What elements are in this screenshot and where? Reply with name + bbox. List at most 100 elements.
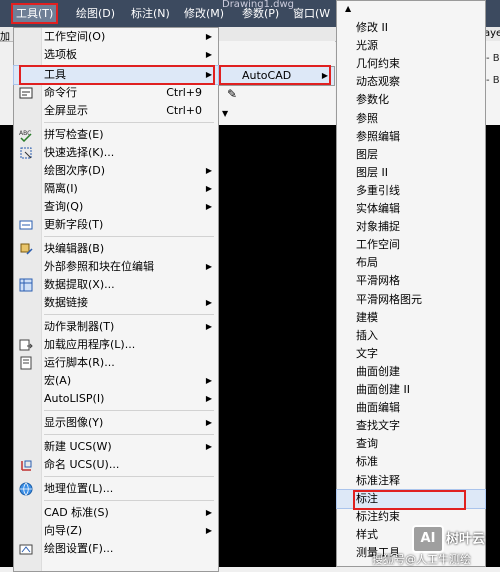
toolbars-menu: ▲ 修改 II 光源几何约束动态观察参数化 参照 参照编辑图层 图层 II 多重引线实体编… bbox=[336, 0, 486, 567]
toolbar-list-item[interactable]: 曲面编辑 bbox=[337, 399, 485, 417]
toolbar-list-item[interactable]: 几何约束 bbox=[337, 55, 485, 73]
toolbar-list-item[interactable]: 多重引线 bbox=[337, 182, 485, 200]
menu-dimension[interactable]: 标注(N) bbox=[131, 5, 170, 22]
toolbar-list-item[interactable]: 对象捕捉 bbox=[337, 218, 485, 236]
tools-menu: 工作空间(O) ▶ 选项板 ▶ 工具 ▶ 命令行 Ctrl+9 全屏显示 Ctrl+0 ABC 拼写检… bbox=[13, 27, 219, 572]
chevron-right-icon: ▶ bbox=[205, 166, 212, 175]
tools-menu-item[interactable]: 隔离(I) ▶ bbox=[14, 180, 218, 198]
toolbar-list-item[interactable]: 修改 II bbox=[337, 19, 485, 37]
toolbar-list-item[interactable]: 查询 bbox=[337, 435, 485, 453]
toolbar-list-item[interactable]: 图层 bbox=[337, 146, 485, 164]
tools-menu-item[interactable]: 命令行 Ctrl+9 bbox=[14, 84, 218, 102]
menu-parametric[interactable]: 参数(P) bbox=[242, 5, 279, 22]
tools-menu-item[interactable]: AutoLISP(I) ▶ bbox=[14, 390, 218, 408]
tools-menu-item[interactable]: 运行脚本(R)... bbox=[14, 354, 218, 372]
toolbar-list-item-label: 标准 bbox=[356, 455, 378, 469]
tools-menu-item[interactable]: 命名 UCS(U)... bbox=[14, 456, 218, 474]
run-script-icon bbox=[19, 356, 33, 370]
tools-menu-item[interactable]: 快速选择(K)... bbox=[14, 144, 218, 162]
toolbar-list-item-label: 动态观察 bbox=[356, 75, 400, 89]
toolbar-list-item-label: 对象捕捉 bbox=[356, 220, 400, 234]
tools-menu-item[interactable]: 新建 UCS(W) ▶ bbox=[14, 438, 218, 456]
tools-menu-item[interactable]: 绘图次序(D) ▶ bbox=[14, 162, 218, 180]
toolbar-list-item-label: 参照编辑 bbox=[356, 129, 400, 143]
toolbar-list-item[interactable]: 图层 II bbox=[337, 164, 485, 182]
tools-menu-item[interactable]: 显示图像(Y) ▶ bbox=[14, 414, 218, 432]
menu-tools[interactable]: 工具(T) bbox=[10, 3, 59, 24]
toolbar-list-item[interactable]: 实体编辑 bbox=[337, 200, 485, 218]
chevron-right-icon: ▶ bbox=[205, 202, 212, 211]
tools-menu-item-label: 宏(A) bbox=[44, 374, 72, 387]
tools-menu-item[interactable]: 宏(A) ▶ bbox=[14, 372, 218, 390]
toolbar-list-item[interactable]: 标准 bbox=[337, 453, 485, 471]
chevron-right-icon: ▶ bbox=[205, 50, 212, 59]
drafting-settings-icon bbox=[19, 542, 33, 556]
tools-menu-item-label: 地理位置(L)... bbox=[44, 482, 114, 495]
toolbar-list-item[interactable]: 动态观察 bbox=[337, 73, 485, 91]
menu-draw[interactable]: 绘图(D) bbox=[76, 5, 115, 22]
toolbar-list-item[interactable]: 参数化 bbox=[337, 91, 485, 109]
toolbar-list-item[interactable]: 光源 bbox=[337, 37, 485, 55]
toolbar-list-item-label: 多重引线 bbox=[356, 183, 400, 197]
toolbar-list-item-label: 实体编辑 bbox=[356, 202, 400, 215]
toolbar-list-item-label: 标准注释 bbox=[356, 473, 400, 487]
menu-modify[interactable]: 修改(M) bbox=[184, 5, 224, 22]
watermark-caption: 搜狐号@人工牛测绘 bbox=[372, 553, 471, 566]
toolbar-stub-left: 加 bbox=[0, 32, 10, 43]
highlight-box-autocad bbox=[219, 65, 331, 85]
tools-menu-item[interactable]: 更新字段(T) bbox=[14, 216, 218, 234]
tools-menu-item-label: 工作空间(O) bbox=[44, 30, 106, 43]
toolbar-list-item-label: 建模 bbox=[356, 310, 378, 324]
tools-menu-item-label: 命令行 bbox=[44, 86, 77, 99]
tools-menu-item-label: 绘图设置(F)... bbox=[44, 542, 114, 555]
tools-menu-item-label: 运行脚本(R)... bbox=[44, 356, 115, 369]
tools-menu-item[interactable]: 地理位置(L)... bbox=[14, 480, 218, 498]
tools-menu-item-label: 数据链接 bbox=[44, 296, 88, 309]
toolbar-list-item[interactable]: 平滑网格图元 bbox=[337, 291, 485, 309]
toolbar-list-item[interactable]: 布局 bbox=[337, 254, 485, 272]
toolbar-list-item[interactable]: 曲面创建 II bbox=[337, 381, 485, 399]
toolbar-list-item-label: 平滑网格 bbox=[356, 274, 400, 288]
toolbar-list-item[interactable]: 平滑网格 bbox=[337, 272, 485, 290]
tools-menu-item[interactable]: 绘图设置(F)... bbox=[14, 540, 218, 558]
toolbar-list-item[interactable]: 参照 bbox=[337, 110, 485, 128]
toolbar-list-item[interactable]: 标准注释 bbox=[337, 472, 485, 490]
tools-menu-item[interactable]: 选项板 ▶ bbox=[14, 46, 218, 64]
toolbar-list-item[interactable]: 插入 bbox=[337, 327, 485, 345]
tools-menu-item[interactable]: 工作空间(O) ▶ bbox=[14, 28, 218, 46]
toolbar-list-item-label: 光源 bbox=[356, 39, 378, 53]
scroll-up-icon[interactable]: ▲ bbox=[345, 4, 351, 13]
tools-menu-item-label: 快速选择(K)... bbox=[44, 146, 115, 159]
toolbar-list-item-label: 几何约束 bbox=[356, 57, 400, 71]
toolbar-list-item[interactable]: 工作空间 bbox=[337, 236, 485, 254]
menu-window[interactable]: 窗口(W bbox=[293, 5, 330, 22]
tools-menu-item[interactable]: 全屏显示 Ctrl+0 bbox=[14, 102, 218, 120]
highlight-box-dimension bbox=[353, 490, 466, 510]
tools-menu-item[interactable]: 加载应用程序(L)... bbox=[14, 336, 218, 354]
tools-menu-item-label: 块编辑器(B) bbox=[44, 242, 105, 255]
chevron-right-icon: ▶ bbox=[205, 376, 212, 385]
globe-icon bbox=[19, 482, 33, 496]
toolbar-list-item[interactable]: 文字 bbox=[337, 345, 485, 363]
quick-select-icon bbox=[19, 146, 33, 160]
tools-menu-item[interactable]: 数据提取(X)... bbox=[14, 276, 218, 294]
tools-menu-item[interactable]: CAD 标准(S) ▶ bbox=[14, 504, 218, 522]
tools-menu-item[interactable]: 外部参照和块在位编辑 ▶ bbox=[14, 258, 218, 276]
tools-menu-item[interactable]: 块编辑器(B) bbox=[14, 240, 218, 258]
tools-menu-item-label: 全屏显示 bbox=[44, 104, 88, 117]
toolbar-list-item[interactable]: 查找文字 bbox=[337, 417, 485, 435]
tools-menu-item-label: CAD 标准(S) bbox=[44, 506, 109, 519]
tools-menu-item[interactable]: 查询(Q) ▶ bbox=[14, 198, 218, 216]
tools-menu-item[interactable]: 向导(Z) ▶ bbox=[14, 522, 218, 540]
toolbar-list-item[interactable]: 建模 bbox=[337, 309, 485, 327]
tools-menu-item[interactable]: 动作录制器(T) ▶ bbox=[14, 318, 218, 336]
ribbon-tool-icon[interactable]: ✎ bbox=[227, 87, 237, 101]
tools-menu-item-label: 外部参照和块在位编辑 bbox=[44, 260, 154, 273]
ribbon-dropdown-icon[interactable]: ▼ bbox=[222, 109, 228, 118]
tools-menu-item[interactable]: 数据链接 ▶ bbox=[14, 294, 218, 312]
menu-separator bbox=[44, 434, 214, 435]
toolbar-list-item[interactable]: 参照编辑 bbox=[337, 128, 485, 146]
watermark: AI 树叶云 搜狐号@人工牛测绘 bbox=[372, 523, 500, 567]
tools-menu-item[interactable]: ABC 拼写检查(E) bbox=[14, 126, 218, 144]
toolbar-list-item[interactable]: 曲面创建 bbox=[337, 363, 485, 381]
